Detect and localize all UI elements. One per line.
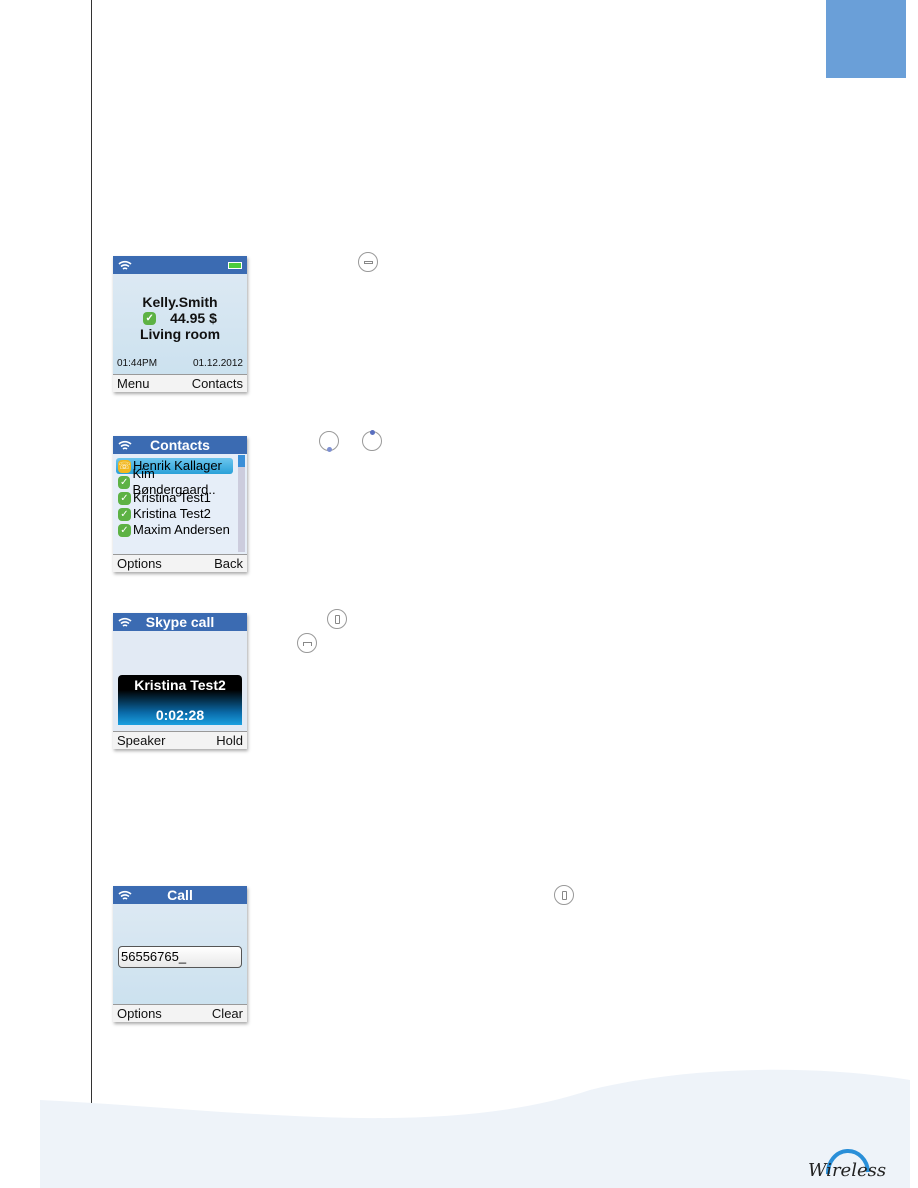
contact-item[interactable]: ✓ Maxim Andersen	[113, 522, 237, 538]
nav-down-icon	[319, 431, 339, 452]
call-duration: 0:02:28	[155, 707, 205, 723]
softkey-options[interactable]: Options	[117, 555, 162, 572]
dial-screen: Call 56556765_ Options Clear	[113, 886, 247, 1022]
caller-name: Kristina Test2	[134, 677, 226, 693]
wifi-icon	[118, 440, 132, 450]
online-status-icon: ✓	[143, 311, 157, 325]
idle-screen: Kelly.Smith ✓ 44.95 $ Living room 01:44PM…	[113, 256, 247, 392]
user-name: Kelly.Smith	[142, 294, 218, 310]
online-status-icon: ✓	[118, 475, 131, 489]
screen-title: Call	[167, 887, 193, 903]
contacts-screen: Contacts ☏ Henrik Kallager ✓ Kim Bøndergaar…	[113, 436, 247, 572]
online-status-icon: ✓	[118, 507, 131, 521]
contact-name: Kristina Test2	[133, 506, 211, 521]
location: Living room	[139, 326, 221, 342]
menu-key-icon	[358, 252, 378, 272]
online-status-icon: ✓	[118, 523, 131, 537]
contact-item[interactable]: ✓ Kim Bøndergaard..	[113, 466, 237, 497]
date: 01.12.2012	[192, 358, 243, 369]
call-key-icon	[554, 885, 574, 905]
call-screen: Skype call Kristina Test2 0:02:28 Speake…	[113, 613, 247, 749]
softkey-options[interactable]: Options	[117, 1005, 162, 1022]
call-key-icon	[327, 609, 347, 629]
nav-up-icon	[362, 430, 382, 451]
logo-text: Wireless	[808, 1160, 887, 1181]
softkey-hold[interactable]: Hold	[216, 732, 243, 749]
chapter-tab	[826, 0, 906, 78]
softkey-speaker[interactable]: Speaker	[117, 732, 165, 749]
end-call-key-icon	[297, 633, 317, 653]
battery-icon	[228, 262, 242, 269]
number-input[interactable]: 56556765_	[118, 946, 242, 968]
away-status-icon: ☏	[118, 459, 131, 473]
wireless-logo: Wireless	[806, 1140, 886, 1184]
credit: 44.95 $	[170, 310, 217, 326]
contact-name: Maxim Andersen	[133, 522, 230, 537]
softkey-clear[interactable]: Clear	[212, 1005, 243, 1022]
background-wave	[40, 1069, 910, 1188]
scrollbar[interactable]	[238, 455, 245, 552]
wifi-icon	[118, 260, 132, 270]
screen-title: Skype call	[145, 614, 215, 630]
online-status-icon: ✓	[118, 491, 131, 505]
softkey-menu[interactable]: Menu	[117, 375, 150, 392]
softkey-back[interactable]: Back	[214, 555, 243, 572]
margin-line	[91, 0, 92, 1188]
time: 01:44PM	[117, 358, 158, 369]
wifi-icon	[118, 617, 132, 627]
screen-title: Contacts	[150, 437, 210, 453]
softkey-contacts[interactable]: Contacts	[192, 375, 243, 392]
wifi-icon	[118, 890, 132, 900]
contact-name: Kristina Test1	[133, 490, 211, 505]
contact-item[interactable]: ✓ Kristina Test2	[113, 506, 237, 522]
